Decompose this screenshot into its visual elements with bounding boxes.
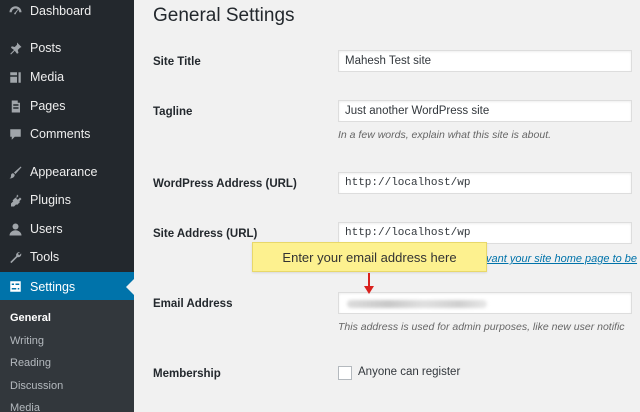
tagline-description: In a few words, explain what this site i… — [338, 129, 552, 141]
brush-icon — [7, 164, 23, 180]
submenu-item-general[interactable]: General — [10, 312, 51, 324]
sidebar-item-label: Tools — [30, 250, 60, 264]
email-input[interactable] — [338, 292, 632, 314]
wp-address-input[interactable]: http://localhost/wp — [338, 172, 632, 194]
tagline-label: Tagline — [153, 106, 193, 118]
submenu-item-discussion[interactable]: Discussion — [10, 380, 63, 392]
wp-address-label: WordPress Address (URL) — [153, 178, 297, 190]
sidebar-item-label: Dashboard — [30, 4, 92, 18]
submenu-item-media[interactable]: Media — [10, 402, 40, 412]
anyone-can-register-checkbox[interactable] — [338, 366, 352, 380]
sidebar-item-media[interactable]: Media — [0, 63, 134, 91]
comment-icon — [7, 126, 23, 142]
sidebar-item-label: Comments — [30, 127, 91, 141]
site-title-input[interactable]: Mahesh Test site — [338, 50, 632, 72]
site-address-input[interactable]: http://localhost/wp — [338, 222, 632, 244]
sidebar-item-label: Pages — [30, 99, 66, 113]
site-address-help-link[interactable]: vant your site home page to be — [486, 253, 637, 265]
sidebar-item-tools[interactable]: Tools — [0, 243, 134, 271]
sidebar-item-posts[interactable]: Posts — [0, 34, 134, 62]
settings-content: General Settings Site Title Mahesh Test … — [134, 0, 640, 412]
media-icon — [7, 69, 23, 85]
sidebar-item-appearance[interactable]: Appearance — [0, 158, 134, 186]
wrench-icon — [7, 249, 23, 265]
submenu-item-writing[interactable]: Writing — [10, 335, 44, 347]
dashboard-icon — [7, 3, 23, 19]
active-indicator-arrow — [126, 278, 134, 295]
pin-icon — [7, 40, 23, 56]
sidebar-item-label: Plugins — [30, 193, 71, 207]
sidebar-item-plugins[interactable]: Plugins — [0, 186, 134, 214]
plugin-icon — [7, 192, 23, 208]
sidebar-item-pages[interactable]: Pages — [0, 92, 134, 120]
site-title-label: Site Title — [153, 56, 201, 68]
page-title: General Settings — [153, 5, 295, 26]
sidebar-item-label: Media — [30, 70, 65, 84]
sidebar-item-label: Users — [30, 222, 63, 236]
tagline-input[interactable]: Just another WordPress site — [338, 100, 632, 122]
anyone-can-register-label[interactable]: Anyone can register — [358, 366, 460, 378]
blurred-email-value — [347, 300, 487, 308]
user-icon — [7, 221, 23, 237]
sidebar-item-comments[interactable]: Comments — [0, 120, 134, 148]
admin-sidebar: Dashboard Posts Media Pages Comments App… — [0, 0, 134, 412]
annotation-arrow-head — [364, 286, 374, 294]
submenu-item-reading[interactable]: Reading — [10, 357, 51, 369]
annotation-arrow — [368, 273, 370, 287]
email-label: Email Address — [153, 298, 233, 310]
site-address-label: Site Address (URL) — [153, 228, 258, 240]
settings-submenu: General Writing Reading Discussion Media — [0, 300, 134, 412]
sidebar-item-settings[interactable]: Settings — [0, 272, 134, 301]
sidebar-item-label: Settings — [30, 279, 76, 294]
sidebar-item-users[interactable]: Users — [0, 215, 134, 243]
settings-icon — [7, 279, 23, 295]
sidebar-item-label: Posts — [30, 41, 62, 55]
sidebar-item-dashboard[interactable]: Dashboard — [0, 0, 134, 25]
pages-icon — [7, 98, 23, 114]
email-description: This address is used for admin purposes,… — [338, 321, 625, 333]
annotation-callout: Enter your email address here — [252, 242, 487, 272]
sidebar-item-label: Appearance — [30, 165, 98, 179]
membership-label: Membership — [153, 368, 221, 380]
